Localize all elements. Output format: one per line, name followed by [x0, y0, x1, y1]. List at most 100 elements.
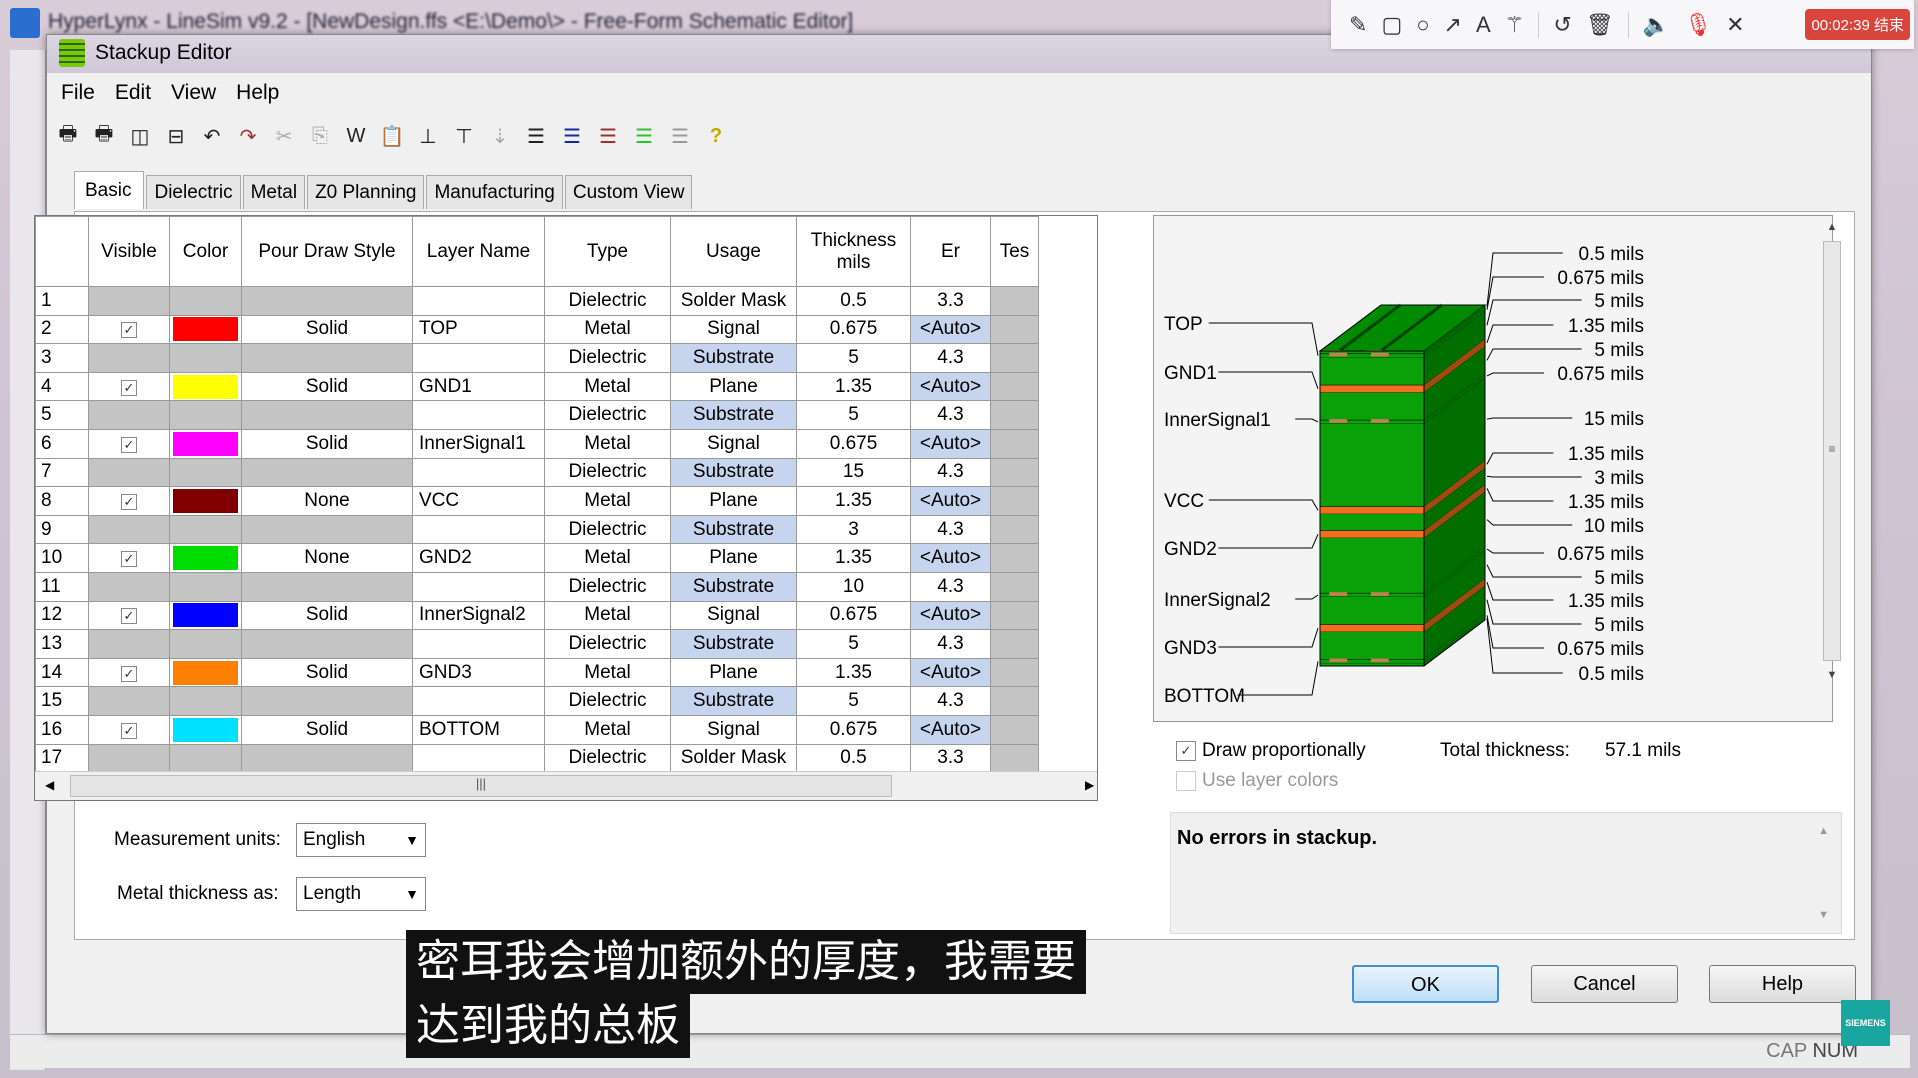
thickness-cell[interactable]: 1.35 — [796, 371, 911, 402]
usage-cell[interactable]: Substrate — [670, 629, 797, 659]
er-cell[interactable]: 4.3 — [910, 457, 991, 488]
thickness-cell[interactable]: 0.675 — [796, 600, 911, 631]
thickness-cell[interactable]: 0.5 — [796, 743, 911, 774]
tab-basic[interactable]: Basic — [74, 171, 145, 209]
usage-cell[interactable]: Substrate — [670, 343, 797, 373]
pour-style-cell[interactable]: None — [241, 543, 413, 573]
column-header[interactable]: Layer Name — [412, 216, 545, 287]
layers-gray-icon[interactable]: ☰ — [667, 123, 693, 149]
row-number[interactable]: 4 — [35, 371, 89, 402]
type-cell[interactable]: Metal — [544, 657, 671, 688]
visible-checkbox[interactable]: ✓ — [121, 436, 137, 453]
magic-wand-icon[interactable]: ⚚ — [1505, 12, 1525, 38]
column-header[interactable]: Tes — [990, 216, 1039, 287]
word-export-icon[interactable]: W — [343, 123, 369, 149]
layer-name-cell[interactable]: InnerSignal1 — [412, 428, 545, 459]
er-cell[interactable]: <Auto> — [910, 371, 991, 402]
er-cell[interactable]: <Auto> — [910, 714, 991, 745]
pour-style-cell[interactable]: Solid — [241, 600, 413, 631]
layer-name-cell[interactable] — [412, 286, 545, 316]
visible-checkbox[interactable]: ✓ — [121, 493, 137, 510]
er-cell[interactable]: 4.3 — [910, 400, 991, 430]
color-cell[interactable] — [169, 600, 242, 631]
visible-cell[interactable]: ✓ — [88, 657, 170, 688]
row-number[interactable]: 5 — [35, 400, 89, 430]
thickness-cell[interactable]: 15 — [796, 457, 911, 488]
insert-below-icon[interactable]: ⊤ — [451, 123, 477, 149]
pour-style-cell[interactable]: Solid — [241, 371, 413, 402]
layer-name-cell[interactable] — [412, 400, 545, 430]
column-header[interactable]: Visible — [88, 216, 170, 287]
color-cell[interactable] — [169, 314, 242, 345]
metal-thickness-dropdown[interactable]: Length ▼ — [296, 877, 426, 911]
thickness-cell[interactable]: 5 — [796, 686, 911, 716]
thickness-cell[interactable]: 3 — [796, 514, 911, 545]
scroll-down-icon[interactable]: ▼ — [1818, 909, 1829, 921]
use-layer-colors-option[interactable]: Use layer colors — [1176, 770, 1338, 792]
draw-proportionally-option[interactable]: ✓ Draw proportionally — [1176, 740, 1366, 762]
er-cell[interactable]: 3.3 — [910, 743, 991, 774]
color-cell[interactable] — [169, 543, 242, 573]
row-number[interactable]: 14 — [35, 657, 89, 688]
layer-name-cell[interactable] — [412, 457, 545, 488]
row-number[interactable]: 11 — [35, 571, 89, 602]
visible-cell[interactable]: ✓ — [88, 314, 170, 345]
usage-cell[interactable]: Signal — [670, 714, 797, 745]
column-header[interactable]: Pour Draw Style — [241, 216, 413, 287]
menu-view[interactable]: View — [163, 79, 224, 109]
visible-cell[interactable]: ✓ — [88, 428, 170, 459]
usage-cell[interactable]: Plane — [670, 543, 797, 573]
thickness-cell[interactable]: 5 — [796, 343, 911, 373]
color-swatch[interactable] — [173, 317, 238, 342]
usage-cell[interactable]: Substrate — [670, 571, 797, 602]
column-header[interactable]: Type — [544, 216, 671, 287]
insert-above-icon[interactable]: ⊥ — [415, 123, 441, 149]
row-number[interactable]: 2 — [35, 314, 89, 345]
row-number[interactable]: 10 — [35, 543, 89, 573]
row-number[interactable]: 6 — [35, 428, 89, 459]
draw-proportionally-checkbox[interactable]: ✓ — [1176, 741, 1196, 761]
usage-cell[interactable]: Signal — [670, 600, 797, 631]
scroll-thumb[interactable]: ≡ — [1823, 241, 1841, 661]
tab-z0-planning[interactable]: Z0 Planning — [307, 175, 425, 209]
paste-icon[interactable]: 📋 — [379, 123, 405, 149]
measurement-units-dropdown[interactable]: English ▼ — [296, 823, 426, 857]
thickness-cell[interactable]: 0.675 — [796, 714, 911, 745]
visible-checkbox[interactable]: ✓ — [121, 379, 137, 396]
layers-red-icon[interactable]: ☰ — [595, 123, 621, 149]
scroll-down-icon[interactable]: ▼ — [1821, 669, 1843, 681]
horizontal-scrollbar[interactable]: ◀ ||| ▶ — [35, 771, 1097, 800]
help-button[interactable]: Help — [1709, 965, 1856, 1003]
color-swatch[interactable] — [173, 374, 238, 399]
usage-cell[interactable]: Plane — [670, 657, 797, 688]
text-icon[interactable]: A — [1476, 12, 1491, 38]
visible-cell[interactable]: ✓ — [88, 714, 170, 745]
visible-checkbox[interactable]: ✓ — [121, 551, 137, 568]
menu-file[interactable]: File — [53, 79, 103, 109]
type-cell[interactable]: Dielectric — [544, 629, 671, 659]
visible-cell[interactable]: ✓ — [88, 543, 170, 573]
type-cell[interactable]: Dielectric — [544, 286, 671, 316]
color-swatch[interactable] — [173, 431, 238, 456]
thickness-cell[interactable]: 0.5 — [796, 286, 911, 316]
visible-checkbox[interactable]: ✓ — [121, 322, 137, 339]
undo-icon[interactable]: ↶ — [199, 123, 225, 149]
er-cell[interactable]: <Auto> — [910, 486, 991, 516]
pencil-icon[interactable]: ✎ — [1349, 12, 1367, 38]
layer-name-cell[interactable] — [412, 686, 545, 716]
scroll-up-icon[interactable]: ▲ — [1821, 221, 1843, 233]
er-cell[interactable]: <Auto> — [910, 428, 991, 459]
column-header[interactable] — [35, 216, 89, 287]
diagram-scrollbar[interactable]: ▲ ≡ ▼ — [1821, 221, 1843, 718]
usage-cell[interactable]: Substrate — [670, 457, 797, 488]
thickness-cell[interactable]: 1.35 — [796, 543, 911, 573]
thickness-cell[interactable]: 0.675 — [796, 314, 911, 345]
color-swatch[interactable] — [173, 660, 238, 685]
usage-cell[interactable]: Substrate — [670, 514, 797, 545]
rectangle-icon[interactable]: ▢ — [1381, 12, 1402, 38]
row-number[interactable]: 15 — [35, 686, 89, 716]
color-cell[interactable] — [169, 714, 242, 745]
use-layer-colors-checkbox[interactable] — [1176, 771, 1196, 791]
color-cell[interactable] — [169, 486, 242, 516]
er-cell[interactable]: <Auto> — [910, 600, 991, 631]
